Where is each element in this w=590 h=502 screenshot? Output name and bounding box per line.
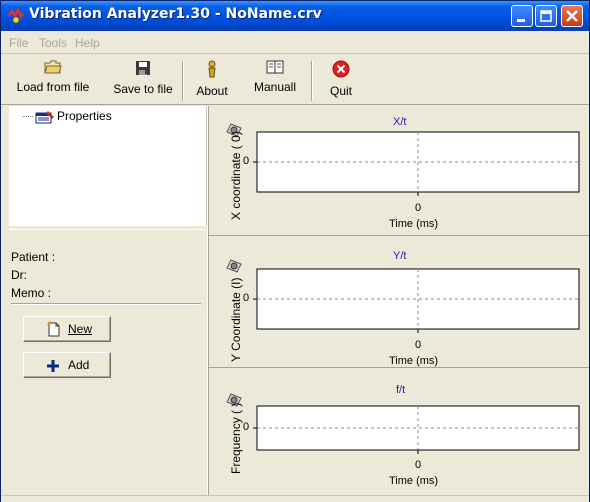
toolbar-separator [311, 61, 313, 101]
manual-label: Manuall [253, 80, 297, 94]
toolbar: Load from file Save to file About Manual… [1, 55, 589, 105]
save-to-file-label: Save to file [113, 82, 173, 96]
memo-label: Memo : [11, 286, 52, 300]
close-button[interactable] [561, 5, 583, 27]
chart-x-title: X/t [393, 116, 407, 128]
chart-y-ytick: 0 [243, 292, 250, 304]
chart-y-title: Y/t [393, 250, 407, 262]
quit-label: Quit [329, 84, 352, 98]
load-from-file-button[interactable]: Load from file [5, 58, 101, 102]
add-button-label: Add [68, 358, 90, 372]
chart-y-ylabel: Y Coordinate (I) [229, 277, 243, 363]
toolbar-separator [182, 61, 184, 101]
properties-icon[interactable] [35, 110, 55, 124]
chart-y-panel: Y/t Y Coordinate (I) 0 0 Time (ms) [209, 238, 589, 368]
manual-button[interactable]: Manuall [245, 58, 305, 102]
save-to-file-button[interactable]: Save to file [107, 58, 179, 102]
patient-label: Patient : [11, 250, 56, 264]
chart-f-xtick: 0 [415, 459, 422, 471]
minimize-icon [517, 19, 525, 22]
chart-x-xlabel: Time (ms) [389, 218, 439, 230]
menu-bar: File Tools Help [1, 32, 589, 54]
chart-f-ylabel: Frequency ( ) [229, 402, 243, 474]
add-button[interactable]: Add [23, 352, 111, 378]
menu-help[interactable]: Help [75, 36, 100, 50]
app-icon [7, 8, 25, 24]
chart-y-xtick: 0 [415, 339, 422, 351]
doctor-label: Dr: [11, 268, 27, 282]
title-bar[interactable]: Vibration Analyzer1.30 - NoName.crv [1, 1, 589, 31]
new-button[interactable]: New [23, 316, 111, 342]
maximize-button[interactable] [535, 5, 557, 27]
minimize-button[interactable] [511, 5, 533, 27]
close-icon [566, 10, 578, 22]
chart-y-xlabel: Time (ms) [389, 355, 439, 367]
chart-settings-icon[interactable] [225, 256, 243, 274]
quit-icon [332, 60, 350, 78]
quit-button[interactable]: Quit [319, 58, 363, 102]
about-info-icon [208, 60, 216, 78]
chart-x-ylabel: X coordinate ( 0) [229, 131, 243, 220]
chart-f-panel: f/t Frequency ( ) 0 0 Time (ms) [209, 370, 589, 495]
info-divider [11, 303, 201, 305]
properties-tree[interactable]: Properties [9, 106, 207, 226]
tree-connector [23, 116, 33, 117]
chart-f-xlabel: Time (ms) [389, 475, 439, 487]
menu-file[interactable]: File [9, 36, 28, 50]
chart-f-ytick: 0 [243, 421, 250, 433]
about-button[interactable]: About [187, 58, 237, 102]
app-window: Vibration Analyzer1.30 - NoName.crv File… [0, 0, 590, 502]
patient-info-panel: Patient : Dr: Memo : New Add [9, 229, 207, 495]
maximize-icon [540, 10, 552, 22]
folder-open-icon [44, 60, 62, 74]
chart-x-ytick: 0 [243, 155, 250, 167]
load-from-file-label: Load from file [16, 80, 90, 94]
plus-icon [47, 360, 59, 372]
status-bar [1, 495, 589, 502]
about-label: About [196, 84, 228, 98]
book-icon [266, 60, 284, 74]
menu-tools[interactable]: Tools [39, 36, 67, 50]
chart-x-panel: X/t X coordinate ( 0) 0 0 Time (ms) [209, 106, 589, 236]
new-document-icon [47, 321, 60, 337]
save-disk-icon [136, 61, 150, 75]
new-button-label: New [68, 322, 93, 336]
tree-item-properties[interactable]: Properties [57, 109, 112, 123]
chart-x-xtick: 0 [415, 202, 422, 214]
chart-f-title: f/t [396, 384, 406, 396]
window-title: Vibration Analyzer1.30 - NoName.crv [29, 6, 322, 22]
